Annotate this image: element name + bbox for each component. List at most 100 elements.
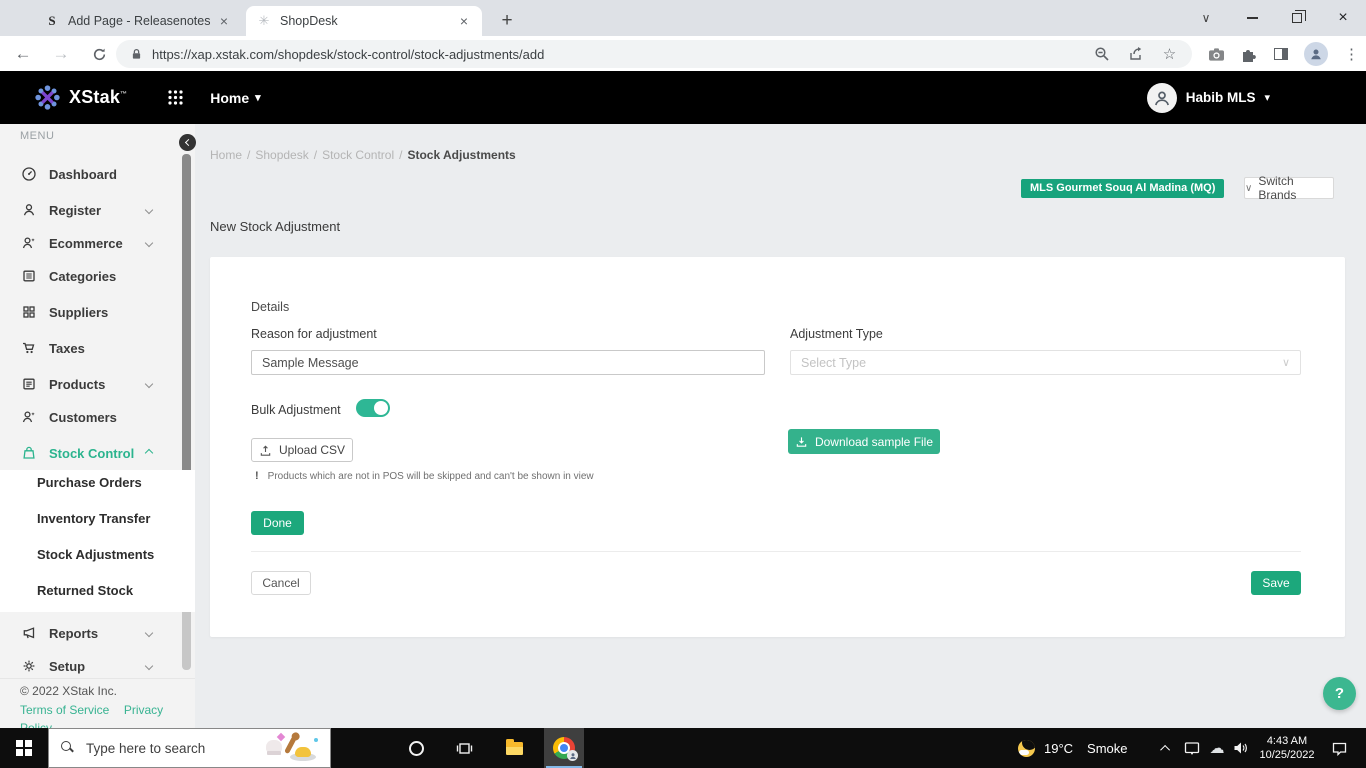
adjustment-type-label: Adjustment Type <box>790 327 883 341</box>
close-tab-icon[interactable]: × <box>456 13 472 29</box>
sidebar-item-customers[interactable]: Customers <box>0 406 180 428</box>
nav-home[interactable]: Home ▾ <box>210 90 260 106</box>
user-avatar <box>1147 83 1177 113</box>
xstak-brand[interactable]: XStak™ <box>34 84 127 111</box>
sidebar-item-label: Taxes <box>49 341 85 356</box>
breadcrumb-shopdesk[interactable]: Shopdesk <box>255 148 308 162</box>
file-explorer-button[interactable] <box>497 728 531 768</box>
save-button[interactable]: Save <box>1251 571 1301 595</box>
cancel-button[interactable]: Cancel <box>251 571 311 595</box>
tab-title: ShopDesk <box>280 14 450 28</box>
url-omnibox[interactable]: https://xap.xstak.com/shopdesk/stock-con… <box>116 40 1192 68</box>
new-tab-button[interactable]: + <box>494 8 520 34</box>
warning-text: Products which are not in POS will be sk… <box>268 471 594 482</box>
sidebar-item-dashboard[interactable]: Dashboard <box>0 163 180 185</box>
cortana-button[interactable] <box>399 728 433 768</box>
adjustment-type-select[interactable]: Select Type ∨ <box>790 350 1301 375</box>
person-icon <box>21 202 37 218</box>
tab-shopdesk[interactable]: ✳ ShopDesk × <box>246 6 482 36</box>
tab-search-chevron-icon[interactable]: ∨ <box>1183 0 1229 36</box>
clock-date: 10/25/2022 <box>1259 748 1314 762</box>
extensions-puzzle-icon[interactable] <box>1240 46 1257 63</box>
breadcrumb-separator: / <box>399 148 402 162</box>
chrome-taskbar-button[interactable] <box>544 728 584 768</box>
sidebar-item-ecommerce[interactable]: Ecommerce <box>0 232 180 254</box>
chevron-down-icon <box>145 662 153 670</box>
tab-releasenotes[interactable]: S Add Page - Releasenotes Shopde × <box>36 6 240 36</box>
lock-icon <box>130 47 143 61</box>
sidebar-item-taxes[interactable]: Taxes <box>0 337 180 359</box>
sidebar-item-stock-control[interactable]: Stock Control <box>0 442 180 464</box>
sidebar-collapse-button[interactable] <box>179 134 196 151</box>
tray-expand-button[interactable] <box>1154 728 1178 768</box>
back-button[interactable]: ← <box>10 41 36 67</box>
upload-csv-button[interactable]: Upload CSV <box>251 438 353 462</box>
browser-profile-avatar[interactable] <box>1304 42 1328 66</box>
browser-tab-strip: S Add Page - Releasenotes Shopde × ✳ Sho… <box>0 0 1366 36</box>
app-header: XStak™ Home ▾ Habib MLS ▾ <box>0 71 1366 124</box>
page-title: New Stock Adjustment <box>210 219 340 234</box>
bookmark-star-icon[interactable]: ☆ <box>1161 46 1178 63</box>
search-highlight-image <box>264 734 322 764</box>
sidebar-item-inventory-transfer[interactable]: Inventory Transfer <box>37 511 150 526</box>
close-tab-icon[interactable]: × <box>216 13 232 29</box>
sidebar-item-suppliers[interactable]: Suppliers <box>0 301 180 323</box>
help-button[interactable]: ? <box>1323 677 1356 710</box>
sidebar-item-reports[interactable]: Reports <box>0 622 180 644</box>
window-restore-button[interactable] <box>1274 0 1320 36</box>
bulk-adjustment-toggle[interactable] <box>356 399 390 417</box>
chevron-down-icon: ▾ <box>255 91 261 104</box>
reload-button[interactable] <box>86 41 112 67</box>
download-icon <box>795 435 808 448</box>
volume-tray-icon[interactable] <box>1229 728 1253 768</box>
zoom-out-icon[interactable] <box>1093 46 1110 63</box>
forward-button[interactable]: → <box>48 41 74 67</box>
chevron-down-icon: ▾ <box>1264 91 1270 104</box>
sidebar-item-returned-stock[interactable]: Returned Stock <box>37 583 133 598</box>
taskbar-search-box[interactable]: Type here to search <box>48 728 331 768</box>
sidebar-item-label: Suppliers <box>49 305 108 320</box>
restore-icon <box>1292 13 1302 23</box>
sidebar-item-categories[interactable]: Categories <box>0 265 180 287</box>
terms-of-service-link[interactable]: Terms of Service <box>20 703 109 717</box>
csv-warning: ! Products which are not in POS will be … <box>255 470 594 482</box>
windows-taskbar: Type here to search 19°C Smoke <box>0 728 1366 768</box>
download-sample-button[interactable]: Download sample File <box>788 429 940 454</box>
done-button[interactable]: Done <box>251 511 304 535</box>
browser-menu-icon[interactable]: ⋮ <box>1343 46 1360 63</box>
list-icon <box>21 376 37 392</box>
user-menu[interactable]: Habib MLS ▾ <box>1147 83 1270 113</box>
profile-badge-icon <box>567 750 578 761</box>
breadcrumb-home[interactable]: Home <box>210 148 242 162</box>
sidebar-item-label: Stock Control <box>49 446 134 461</box>
sidebar-item-purchase-orders[interactable]: Purchase Orders <box>37 475 142 490</box>
window-minimize-button[interactable] <box>1229 0 1275 36</box>
windows-logo-icon <box>16 740 32 756</box>
reload-icon <box>92 47 107 62</box>
sidebar-item-stock-adjustments[interactable]: Stock Adjustments <box>37 547 154 562</box>
start-button[interactable] <box>0 728 48 768</box>
sidebar-item-register[interactable]: Register <box>0 199 180 221</box>
sidebar-item-products[interactable]: Products <box>0 373 180 395</box>
breadcrumb-stock-control[interactable]: Stock Control <box>322 148 394 162</box>
share-icon[interactable] <box>1127 46 1144 63</box>
upload-icon <box>259 444 272 457</box>
action-center-button[interactable] <box>1322 728 1356 768</box>
task-view-button[interactable] <box>447 728 481 768</box>
gear-icon <box>21 658 37 674</box>
taskbar-weather[interactable]: 19°C Smoke <box>1018 728 1128 768</box>
xstak-logo-icon <box>34 84 61 111</box>
side-panel-icon[interactable] <box>1272 46 1289 63</box>
onedrive-tray-icon[interactable]: ☁ <box>1205 728 1229 768</box>
window-close-button[interactable]: × <box>1320 0 1366 36</box>
sidebar-item-setup[interactable]: Setup <box>0 655 180 677</box>
taskbar-clock[interactable]: 4:43 AM 10/25/2022 <box>1252 728 1322 768</box>
stock-control-icon <box>21 445 37 461</box>
apps-grid-icon[interactable] <box>167 89 184 106</box>
cortana-icon <box>409 741 424 756</box>
tab-title: Add Page - Releasenotes Shopde <box>68 14 210 28</box>
camera-icon[interactable] <box>1208 46 1225 63</box>
reason-input[interactable] <box>251 350 765 375</box>
switch-brands-button[interactable]: ∨ Switch Brands <box>1244 177 1334 199</box>
cast-tray-icon[interactable] <box>1180 728 1204 768</box>
